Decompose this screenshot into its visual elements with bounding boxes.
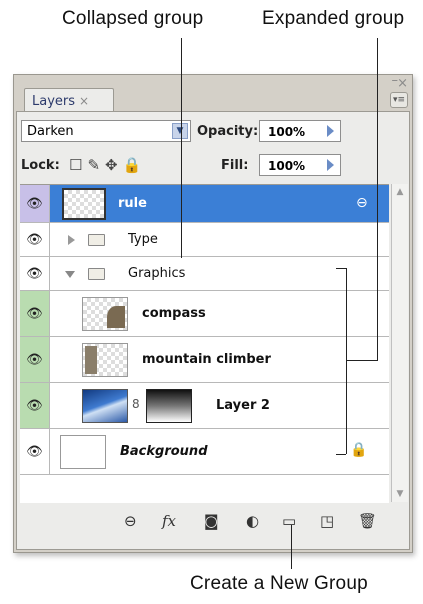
folder-icon	[88, 234, 105, 246]
panel-body: Darken ▼ Opacity: 100% Lock: ☐✎✥🔒 Fill: …	[16, 111, 410, 550]
layer-thumbnail	[82, 343, 128, 377]
fill-value: 100%	[268, 159, 306, 173]
tab-layers-label: Layers	[32, 94, 76, 109]
callout-line-new-group	[291, 525, 292, 569]
fill-slider-arrow-icon[interactable]	[327, 159, 334, 171]
layer-row-graphics-group[interactable]: 👁 Graphics	[20, 257, 389, 291]
layer-row-mountain-climber[interactable]: 👁 mountain climber	[20, 337, 389, 383]
scroll-up-icon[interactable]: ▲	[394, 186, 406, 198]
visibility-toggle[interactable]: 👁	[20, 337, 50, 382]
visibility-toggle[interactable]: 👁	[20, 291, 50, 336]
layer-row-type-group[interactable]: 👁 Type	[20, 223, 389, 257]
tab-close-icon[interactable]: ×	[79, 94, 89, 108]
opacity-field[interactable]: 100%	[259, 120, 341, 142]
mask-link-icon[interactable]: 8	[132, 397, 140, 411]
folder-icon	[88, 268, 105, 280]
eye-icon: 👁	[26, 232, 43, 247]
lock-all-icon[interactable]: 🔒	[123, 156, 147, 174]
layer-name: Graphics	[128, 266, 186, 281]
eye-icon: 👁	[26, 398, 43, 413]
new-group-icon[interactable]: ▭	[282, 512, 296, 530]
layer-thumbnail	[60, 435, 106, 469]
eye-icon: 👁	[26, 352, 43, 367]
callout-line-expanded	[377, 38, 378, 360]
delete-layer-icon[interactable]: 🗑	[358, 512, 377, 530]
layer-name: mountain climber	[142, 352, 271, 367]
expand-arrow-icon[interactable]	[68, 235, 75, 245]
layers-panel: – × Layers × ▾≡ Darken ▼ Opacity: 100% Lo…	[13, 73, 413, 553]
layer-mask-thumbnail	[146, 389, 192, 423]
visibility-toggle[interactable]: 👁	[20, 223, 50, 256]
panel-menu-icon[interactable]: ▾≡	[390, 92, 408, 108]
expanded-bracket-bottom	[336, 454, 346, 455]
eye-icon: 👁	[26, 444, 43, 459]
layer-row-rule[interactable]: 👁 rule ⊖	[20, 185, 389, 223]
layer-name: Background	[120, 444, 208, 459]
add-mask-icon[interactable]: ◙	[204, 512, 219, 530]
collapse-arrow-icon[interactable]	[65, 271, 75, 278]
lock-icon: 🔒	[350, 442, 368, 458]
lock-position-icon[interactable]: ✥	[105, 156, 123, 174]
expanded-bracket-top	[336, 268, 346, 269]
eye-icon: 👁	[26, 306, 43, 321]
blend-mode-value: Darken	[27, 124, 74, 139]
adjustment-layer-icon[interactable]: ◐	[246, 512, 259, 530]
eye-icon: 👁	[26, 266, 43, 281]
layers-list: 👁 rule ⊖ 👁 Type 👁 Graphics 👁 compass 👁 m…	[20, 184, 389, 503]
layers-scrollbar[interactable]: ▲ ▼	[391, 184, 408, 502]
eye-icon: 👁	[26, 196, 43, 211]
opacity-slider-arrow-icon[interactable]	[327, 125, 334, 137]
link-layers-icon[interactable]: ⊖	[124, 512, 137, 530]
layer-name: compass	[142, 306, 206, 321]
blend-mode-select[interactable]: Darken ▼	[21, 120, 191, 142]
layer-name: Layer 2	[216, 398, 270, 413]
visibility-toggle[interactable]: 👁	[20, 383, 50, 428]
fill-label: Fill:	[221, 158, 249, 173]
layer-row-layer-2[interactable]: 👁 8 Layer 2	[20, 383, 389, 429]
layer-name: rule	[118, 196, 147, 211]
lock-image-icon[interactable]: ✎	[87, 156, 105, 174]
layer-name: Type	[128, 232, 158, 247]
opacity-label: Opacity:	[197, 124, 259, 139]
layer-row-background[interactable]: 👁 Background 🔒	[20, 429, 389, 475]
fill-field[interactable]: 100%	[259, 154, 341, 176]
layer-thumbnail	[62, 188, 106, 220]
tab-layers[interactable]: Layers ×	[24, 88, 114, 112]
callout-line-collapsed	[181, 38, 182, 258]
new-layer-icon[interactable]: ◳	[320, 512, 334, 530]
opacity-value: 100%	[268, 125, 306, 139]
callout-collapsed-group: Collapsed group	[62, 8, 204, 29]
chevron-down-icon: ▼	[172, 123, 188, 139]
callout-expanded-group: Expanded group	[262, 8, 405, 29]
callout-create-new-group: Create a New Group	[190, 573, 368, 594]
link-icon: ⊖	[356, 195, 368, 211]
scroll-down-icon[interactable]: ▼	[394, 488, 406, 500]
layers-toolbar: ⊖ fx ◙ ◐ ▭ ◳ 🗑	[20, 504, 406, 544]
expanded-bracket-horizontal	[346, 360, 378, 361]
lock-options: ☐✎✥🔒	[69, 156, 146, 174]
lock-label: Lock:	[21, 158, 60, 173]
visibility-toggle[interactable]: 👁	[20, 185, 50, 222]
visibility-toggle[interactable]: 👁	[20, 257, 50, 290]
layer-thumbnail	[82, 297, 128, 331]
lock-transparent-icon[interactable]: ☐	[69, 156, 87, 174]
close-window-icon[interactable]: ×	[397, 76, 408, 91]
layer-row-compass[interactable]: 👁 compass	[20, 291, 389, 337]
fx-icon[interactable]: fx	[162, 512, 176, 530]
expanded-bracket-vertical	[346, 268, 347, 454]
visibility-toggle[interactable]: 👁	[20, 429, 50, 474]
layer-thumbnail	[82, 389, 128, 423]
